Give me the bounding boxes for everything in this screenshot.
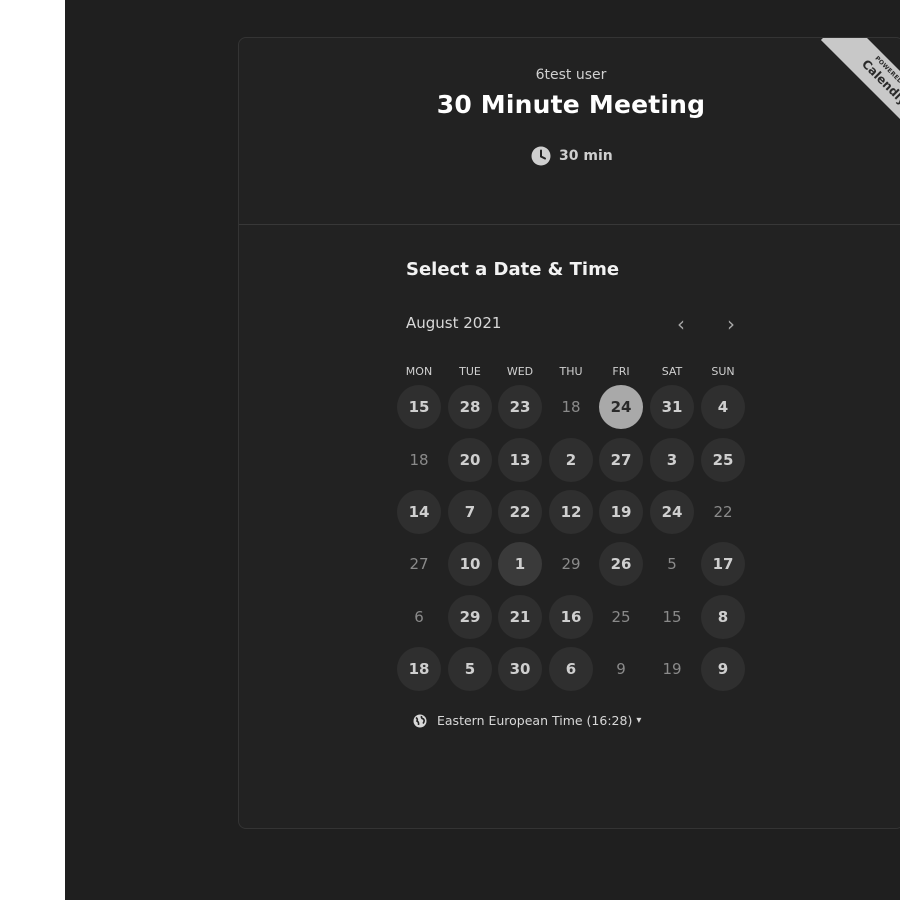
calendar-day-button[interactable]: 15 bbox=[397, 385, 441, 429]
calendar-day-button[interactable]: 24 bbox=[650, 490, 694, 534]
weekday-header: THU bbox=[559, 365, 583, 378]
duration-label: 30 min bbox=[559, 148, 613, 164]
calendar-day-button[interactable]: 5 bbox=[448, 647, 492, 691]
calendar-day-button[interactable]: 29 bbox=[448, 595, 492, 639]
chevron-right-icon: › bbox=[727, 312, 735, 336]
weekday-header: TUE bbox=[459, 365, 481, 378]
calendar-day-button[interactable]: 8 bbox=[701, 595, 745, 639]
calendar-day-unavailable: 27 bbox=[409, 555, 429, 573]
globe-icon bbox=[413, 714, 427, 728]
chevron-left-icon: ‹ bbox=[677, 312, 685, 336]
calendar-day-button[interactable]: 9 bbox=[701, 647, 745, 691]
calendar-day-button[interactable]: 2 bbox=[549, 438, 593, 482]
calendar-day-button[interactable]: 25 bbox=[701, 438, 745, 482]
calendar-day-unavailable: 19 bbox=[662, 660, 682, 678]
calendar-day-unavailable: 5 bbox=[667, 555, 677, 573]
calendar-day-unavailable: 22 bbox=[713, 503, 733, 521]
event-duration: 30 min bbox=[531, 146, 613, 166]
calendar-day-button[interactable]: 19 bbox=[599, 490, 643, 534]
calendar-day-button[interactable]: 28 bbox=[448, 385, 492, 429]
calendar-day-button[interactable]: 14 bbox=[397, 490, 441, 534]
calendar-day-unavailable: 9 bbox=[616, 660, 626, 678]
next-month-button[interactable]: › bbox=[717, 310, 745, 338]
calendar-day-button[interactable]: 20 bbox=[448, 438, 492, 482]
clock-icon bbox=[531, 146, 551, 166]
timezone-label: Eastern European Time (16:28) bbox=[437, 713, 633, 728]
weekday-header: MON bbox=[405, 365, 433, 378]
powered-by-calendly-badge[interactable]: POWERED BY Calendly bbox=[801, 38, 900, 140]
calendar-day-unavailable: 18 bbox=[409, 451, 429, 469]
timezone-selector[interactable]: Eastern European Time (16:28) ▾ bbox=[413, 713, 641, 728]
weekday-header: SAT bbox=[661, 365, 683, 378]
caret-down-icon: ▾ bbox=[636, 715, 642, 726]
calendar-day-button[interactable]: 31 bbox=[650, 385, 694, 429]
calendar-day-button[interactable]: 7 bbox=[448, 490, 492, 534]
calendar-day-button[interactable]: 21 bbox=[498, 595, 542, 639]
prev-month-button[interactable]: ‹ bbox=[667, 310, 695, 338]
calendar-day-selected[interactable]: 24 bbox=[599, 385, 643, 429]
calendar-day-button[interactable]: 6 bbox=[549, 647, 593, 691]
month-label: August 2021 bbox=[406, 314, 502, 332]
weekday-header: SUN bbox=[711, 365, 735, 378]
calendar-day-unavailable: 6 bbox=[414, 608, 424, 626]
calendar-day-button[interactable]: 18 bbox=[397, 647, 441, 691]
calendar-day-unavailable: 29 bbox=[561, 555, 581, 573]
event-header: 6test user 30 Minute Meeting 30 min POWE… bbox=[239, 38, 900, 225]
calendar-day-unavailable: 15 bbox=[662, 608, 682, 626]
page-background: 6test user 30 Minute Meeting 30 min POWE… bbox=[65, 0, 900, 900]
calendar-day-button[interactable]: 16 bbox=[549, 595, 593, 639]
calendar-day-button[interactable]: 22 bbox=[498, 490, 542, 534]
calendar-day-unavailable: 25 bbox=[611, 608, 631, 626]
calendar-day-button[interactable]: 10 bbox=[448, 542, 492, 586]
weekday-header: WED bbox=[506, 365, 534, 378]
section-title: Select a Date & Time bbox=[406, 259, 620, 280]
calendar-day-button[interactable]: 1 bbox=[498, 542, 542, 586]
calendar-day-button[interactable]: 30 bbox=[498, 647, 542, 691]
booking-card: 6test user 30 Minute Meeting 30 min POWE… bbox=[238, 37, 900, 829]
ribbon-brand: Calendly bbox=[859, 56, 900, 108]
calendar-day-button[interactable]: 23 bbox=[498, 385, 542, 429]
calendar-day-button[interactable]: 12 bbox=[549, 490, 593, 534]
calendar-day-button[interactable]: 17 bbox=[701, 542, 745, 586]
calendar-day-button[interactable]: 27 bbox=[599, 438, 643, 482]
calendar-day-button[interactable]: 26 bbox=[599, 542, 643, 586]
calendar-day-button[interactable]: 3 bbox=[650, 438, 694, 482]
calendar-day-button[interactable]: 4 bbox=[701, 385, 745, 429]
calendar-day-unavailable: 18 bbox=[561, 398, 581, 416]
weekday-header: FRI bbox=[612, 365, 630, 378]
calendar-day-button[interactable]: 13 bbox=[498, 438, 542, 482]
